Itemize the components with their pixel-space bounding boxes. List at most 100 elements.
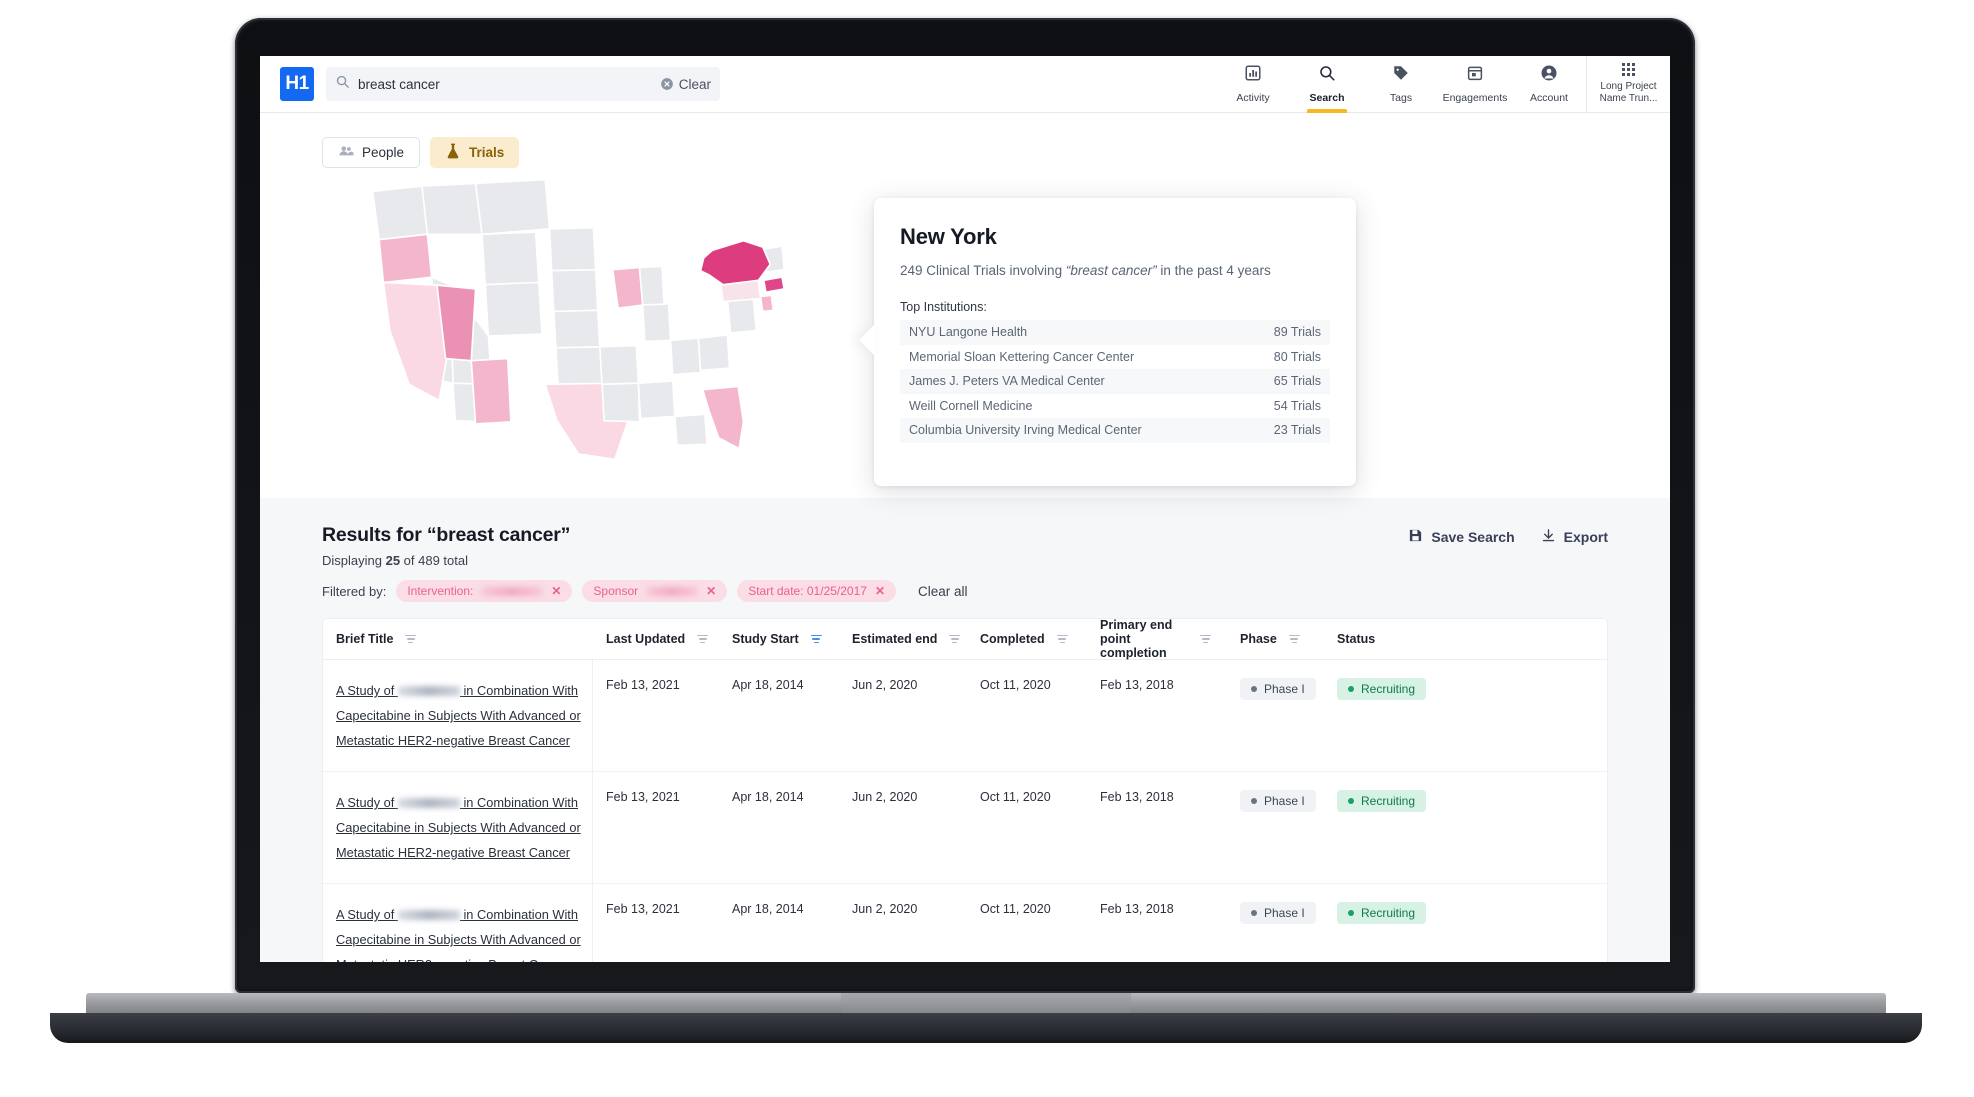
trial-title-link[interactable]: A Study of in Combination With Capecitab… (336, 795, 581, 860)
popover-summary: 249 Clinical Trials involving “breast ca… (900, 263, 1330, 278)
nav-item-activity[interactable]: Activity (1216, 56, 1290, 113)
institution-name: NYU Langone Health (909, 325, 1028, 340)
column-header-completed[interactable]: Completed (967, 619, 1087, 659)
map-state-NJ (759, 294, 775, 313)
column-header-status[interactable]: Status (1324, 619, 1414, 659)
map-state-AZ (470, 357, 512, 425)
institution-count: 89 Trials (1273, 325, 1321, 340)
cell-study-start: Apr 18, 2014 (732, 678, 804, 692)
close-icon[interactable]: ✕ (875, 584, 885, 598)
cell-primary-end-point: Feb 13, 2018 (1100, 902, 1174, 916)
nav-item-tags[interactable]: Tags (1364, 56, 1438, 113)
clear-search-button[interactable]: Clear (654, 77, 711, 92)
table-row[interactable]: A Study of in Combination With Capecitab… (323, 884, 1607, 962)
column-header-study-start[interactable]: Study Start (719, 619, 839, 659)
save-search-button[interactable]: Save Search (1408, 528, 1515, 546)
column-header-phase[interactable]: Phase (1227, 619, 1324, 659)
us-choropleth-map[interactable] (312, 170, 832, 470)
column-header-estimated-end[interactable]: Estimated end (839, 619, 967, 659)
institution-row[interactable]: Memorial Sloan Kettering Cancer Center 8… (900, 345, 1330, 370)
institution-row[interactable]: Columbia University Irving Medical Cente… (900, 418, 1330, 443)
filter-icon[interactable] (1056, 634, 1068, 644)
project-name-label: Long Project Name Trun... (1599, 81, 1658, 105)
status-label: Recruiting (1361, 794, 1416, 808)
column-header-brief-title[interactable]: Brief Title (323, 619, 593, 659)
phase-label: Phase I (1264, 682, 1305, 696)
table-row[interactable]: A Study of in Combination With Capecitab… (323, 772, 1607, 884)
displaying-suffix: of 489 total (400, 553, 469, 568)
redacted-value (481, 586, 544, 596)
search-input[interactable] (358, 76, 654, 92)
cell-brief-title: A Study of in Combination With Capecitab… (323, 884, 593, 962)
map-state-NY-selected (699, 239, 772, 286)
institution-name: Memorial Sloan Kettering Cancer Center (909, 349, 1135, 364)
app-screen: H1 Clear (260, 56, 1670, 962)
cell-status: Recruiting (1324, 660, 1427, 771)
search-bar[interactable]: Clear (326, 67, 720, 101)
filter-icon[interactable] (1200, 634, 1211, 644)
column-label: Estimated end (852, 632, 938, 646)
filter-chip-intervention[interactable]: Intervention: ✕ (396, 580, 573, 602)
project-switcher[interactable]: Long Project Name Trun... (1586, 56, 1670, 113)
table-row[interactable]: A Study of in Combination With Capecitab… (323, 660, 1607, 772)
h1-logo[interactable]: H1 (280, 67, 314, 101)
institution-row[interactable]: Weill Cornell Medicine 54 Trials (900, 394, 1330, 419)
trial-title-link[interactable]: A Study of in Combination With Capecitab… (336, 907, 581, 962)
toggle-people[interactable]: People (322, 137, 421, 168)
cell-last-updated: Feb 13, 2021 (606, 902, 680, 916)
column-header-last-updated[interactable]: Last Updated (593, 619, 719, 659)
column-header-primary-end-point[interactable]: Primary end point completion (1087, 619, 1227, 660)
cell-completed: Oct 11, 2020 (980, 902, 1051, 916)
nav-item-engagements[interactable]: Engagements (1438, 56, 1512, 113)
phase-label: Phase I (1264, 794, 1305, 808)
column-label: Completed (980, 632, 1045, 646)
toggle-trials[interactable]: Trials (430, 137, 520, 168)
filter-icon[interactable] (949, 634, 961, 644)
save-search-label: Save Search (1431, 529, 1515, 545)
column-label: Status (1337, 632, 1376, 646)
page-title: Results for “breast cancer” (322, 524, 571, 546)
status-dot (1251, 686, 1257, 692)
cell-completed: Oct 11, 2020 (980, 790, 1051, 804)
save-icon (1408, 528, 1423, 546)
redacted-drug-name (397, 686, 460, 696)
institution-count: 23 Trials (1273, 423, 1321, 438)
filter-chip-start-date[interactable]: Start date: 01/25/2017 ✕ (737, 580, 897, 602)
entity-toggle-group: People Trials (260, 113, 1670, 168)
filter-chip-label: Sponsor (593, 584, 639, 598)
cell-brief-title: A Study of in Combination With Capecitab… (323, 772, 593, 883)
close-icon[interactable]: ✕ (706, 584, 716, 598)
column-label: Brief Title (336, 632, 394, 646)
cell-primary-end-point: Feb 13, 2018 (1100, 678, 1174, 692)
institution-count: 65 Trials (1273, 374, 1321, 389)
map-state-FL (701, 385, 745, 450)
filter-icon[interactable] (697, 634, 709, 644)
filter-icon-active[interactable] (810, 634, 822, 644)
filter-icon[interactable] (1288, 634, 1300, 644)
clear-all-filters-button[interactable]: Clear all (918, 584, 968, 599)
phase-label: Phase I (1264, 906, 1305, 920)
cell-phase: Phase I (1227, 772, 1324, 883)
search-icon (335, 74, 350, 94)
institution-row[interactable]: NYU Langone Health 89 Trials (900, 320, 1330, 345)
popover-summary-suffix: in the past 4 years (1156, 263, 1271, 278)
status-badge: Recruiting (1337, 790, 1427, 812)
cell-phase: Phase I (1227, 660, 1324, 771)
export-button[interactable]: Export (1541, 528, 1608, 546)
title-prefix: A Study of (336, 683, 398, 698)
close-icon[interactable]: ✕ (551, 584, 561, 598)
cell-last-updated: Feb 13, 2021 (606, 678, 680, 692)
nav-item-search[interactable]: Search (1290, 56, 1364, 113)
status-dot (1251, 910, 1257, 916)
popover-summary-query: “breast cancer” (1065, 263, 1157, 278)
institution-row[interactable]: James J. Peters VA Medical Center 65 Tri… (900, 369, 1330, 394)
redacted-value (646, 586, 699, 596)
filter-icon[interactable] (405, 634, 417, 644)
trial-title-link[interactable]: A Study of in Combination With Capecitab… (336, 683, 581, 748)
download-icon (1541, 528, 1556, 546)
cell-estimated-end: Jun 2, 2020 (852, 902, 918, 916)
export-label: Export (1563, 529, 1608, 545)
institution-count: 54 Trials (1273, 398, 1321, 413)
filter-chip-sponsor[interactable]: Sponsor ✕ (582, 580, 728, 602)
nav-item-account[interactable]: Account (1512, 56, 1586, 113)
